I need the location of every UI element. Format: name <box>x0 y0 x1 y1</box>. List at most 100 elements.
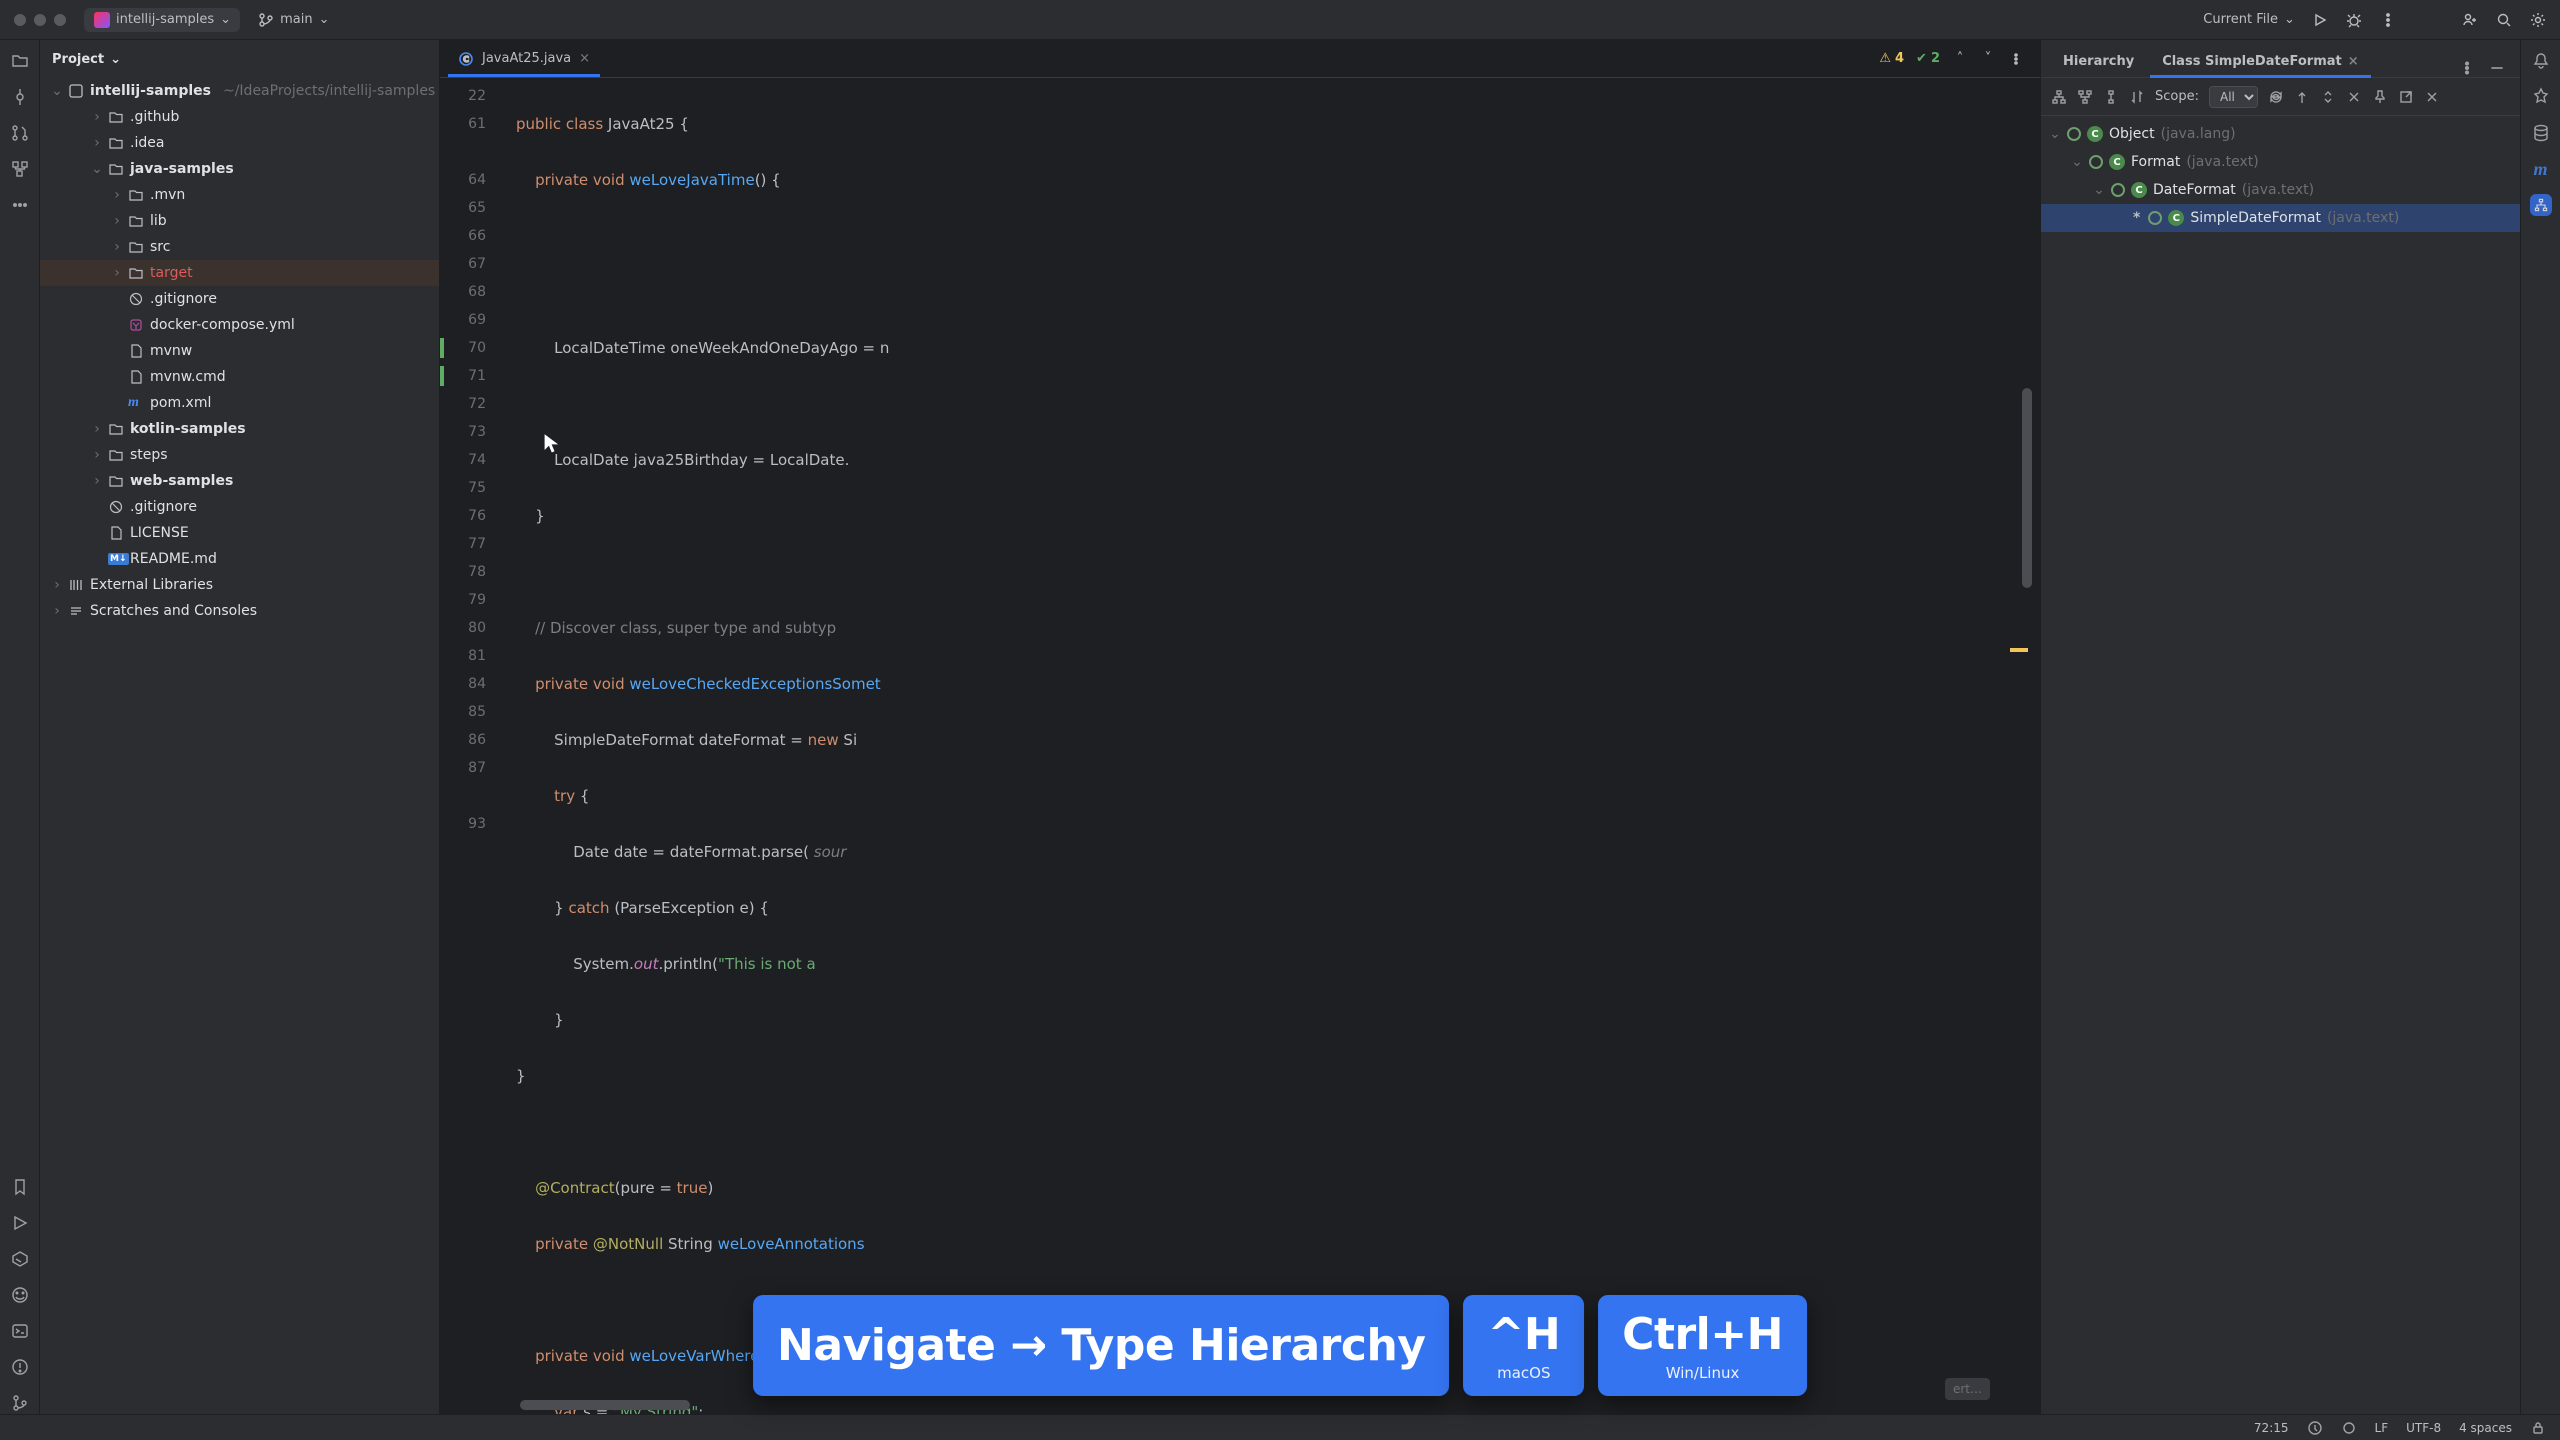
tree-row[interactable]: ›steps <box>40 442 439 468</box>
inspection-widget[interactable]: ⚠4 ✔2 ˄ ˅ <box>1879 51 2032 67</box>
close-icon[interactable]: × <box>2348 54 2359 69</box>
class-hierarchy-icon[interactable] <box>2051 89 2067 105</box>
editor-tab[interactable]: C JavaAt25.java × <box>448 40 600 77</box>
tree-row[interactable]: ›.mvn <box>40 182 439 208</box>
intellij-logo-icon <box>94 12 110 28</box>
more-tools-icon[interactable] <box>9 194 31 216</box>
project-tool-window: Project ⌄ ⌄ intellij-samples ~/IdeaProje… <box>40 40 440 1414</box>
tree-row[interactable]: M↓README.md <box>40 546 439 572</box>
tree-row[interactable]: mvnw.cmd <box>40 364 439 390</box>
project-header[interactable]: Project ⌄ <box>40 40 439 78</box>
tree-row[interactable]: ›.github <box>40 104 439 130</box>
database-icon[interactable] <box>2530 122 2552 144</box>
vertical-scrollbar-thumb[interactable] <box>2022 388 2032 588</box>
structure-tool-icon[interactable] <box>9 158 31 180</box>
run-config-selector[interactable]: Current File ⌄ <box>2203 12 2294 27</box>
project-tool-icon[interactable] <box>9 50 31 72</box>
autoscroll-icon[interactable] <box>2294 89 2310 105</box>
indent-info[interactable]: 4 spaces <box>2459 1421 2512 1435</box>
scope-select[interactable]: All <box>2209 86 2258 108</box>
more-icon[interactable] <box>2008 51 2024 67</box>
class-ring-icon <box>2089 155 2103 169</box>
supertypes-icon[interactable] <box>2077 89 2093 105</box>
vcs-tool-icon[interactable] <box>9 1392 31 1414</box>
maven-icon[interactable]: m <box>2530 158 2552 180</box>
more-icon[interactable] <box>2380 12 2396 28</box>
search-icon[interactable] <box>2496 12 2512 28</box>
chevron-up-icon[interactable]: ˄ <box>1952 51 1968 67</box>
hierarchy-tool-icon[interactable] <box>2530 194 2552 216</box>
tree-row[interactable]: .gitignore <box>40 286 439 312</box>
bookmarks-icon[interactable] <box>9 1176 31 1198</box>
tree-row[interactable]: .gitignore <box>40 494 439 520</box>
problems-smile-icon[interactable] <box>9 1284 31 1306</box>
hierarchy-tree[interactable]: ⌄Object (java.lang)⌄Format (java.text)⌄D… <box>2041 116 2520 1414</box>
subtypes-icon[interactable] <box>2103 89 2119 105</box>
hierarchy-tab[interactable]: Hierarchy <box>2051 46 2146 77</box>
highlighting-icon[interactable] <box>2341 1420 2357 1436</box>
tree-row[interactable]: ›src <box>40 234 439 260</box>
tree-row[interactable]: ›kotlin-samples <box>40 416 439 442</box>
tree-root[interactable]: ⌄ intellij-samples ~/IdeaProjects/intell… <box>40 78 439 104</box>
code-with-me-icon[interactable] <box>2462 12 2478 28</box>
right-tool-strip: m <box>2520 40 2560 1414</box>
vcs-branch[interactable]: main ⌄ <box>258 12 328 28</box>
settings-icon[interactable] <box>2530 12 2546 28</box>
tree-row[interactable]: LICENSE <box>40 520 439 546</box>
lock-icon[interactable] <box>2307 1420 2323 1436</box>
gutter[interactable]: 2261646566676869707172737475767778798081… <box>440 78 500 1414</box>
window-controls[interactable] <box>14 14 66 26</box>
tab-close-icon[interactable]: × <box>579 51 590 66</box>
editor-tab-bar: C JavaAt25.java × ⚠4 ✔2 ˄ ˅ <box>440 40 2040 78</box>
pull-requests-icon[interactable] <box>9 122 31 144</box>
tree-row[interactable]: docker-compose.yml <box>40 312 439 338</box>
tree-row[interactable]: ›.idea <box>40 130 439 156</box>
refresh-icon[interactable] <box>2268 89 2284 105</box>
class-badge-icon <box>2109 154 2125 170</box>
project-selector[interactable]: intellij-samples ⌄ <box>84 8 240 32</box>
hierarchy-row[interactable]: *SimpleDateFormat (java.text) <box>2041 204 2520 232</box>
tree-row[interactable]: ›target <box>40 260 439 286</box>
promo-shortcut-mac: ^H macOS <box>1463 1295 1584 1396</box>
tree-row[interactable]: mvnw <box>40 338 439 364</box>
run-icon[interactable] <box>2312 12 2328 28</box>
file-icon <box>128 343 146 359</box>
hierarchy-row[interactable]: ⌄DateFormat (java.text) <box>2041 176 2520 204</box>
chevron-down-icon[interactable]: ˅ <box>1980 51 1996 67</box>
expand-all-icon[interactable] <box>2320 89 2336 105</box>
hierarchy-row[interactable]: ⌄Format (java.text) <box>2041 148 2520 176</box>
problems-icon[interactable] <box>9 1356 31 1378</box>
project-tree[interactable]: ⌄ intellij-samples ~/IdeaProjects/intell… <box>40 78 439 1414</box>
tree-row[interactable]: ›web-samples <box>40 468 439 494</box>
file-encoding[interactable]: UTF-8 <box>2406 1421 2441 1435</box>
gitignore-icon <box>108 499 126 515</box>
debug-icon[interactable] <box>2346 12 2362 28</box>
open-new-window-icon[interactable] <box>2398 89 2414 105</box>
title-bar: intellij-samples ⌄ main ⌄ Current File ⌄ <box>0 0 2560 40</box>
line-separator[interactable]: LF <box>2375 1421 2389 1435</box>
more-icon[interactable] <box>2458 59 2476 77</box>
left-tool-strip <box>0 40 40 1414</box>
terminal-icon[interactable] <box>9 1320 31 1342</box>
tree-row[interactable]: ›lib <box>40 208 439 234</box>
external-libraries[interactable]: › External Libraries <box>40 572 439 598</box>
services-icon[interactable] <box>9 1248 31 1270</box>
hide-icon[interactable] <box>2424 89 2440 105</box>
hierarchy-class-tab[interactable]: Class SimpleDateFormat× <box>2150 46 2370 77</box>
ai-assistant-icon[interactable] <box>2530 86 2552 108</box>
pin-icon[interactable] <box>2372 89 2388 105</box>
code-area[interactable]: public class JavaAt25 { private void weL… <box>500 78 2040 1414</box>
notifications-icon[interactable] <box>2530 50 2552 72</box>
tree-row[interactable]: ⌄java-samples <box>40 156 439 182</box>
scratches-consoles[interactable]: › Scratches and Consoles <box>40 598 439 624</box>
commit-tool-icon[interactable] <box>9 86 31 108</box>
horizontal-scrollbar-thumb[interactable] <box>520 1400 690 1410</box>
tree-row[interactable]: mpom.xml <box>40 390 439 416</box>
readonly-lock-icon[interactable] <box>2530 1420 2546 1436</box>
close-tab-icon[interactable] <box>2346 89 2362 105</box>
run-tool-icon[interactable] <box>9 1212 31 1234</box>
minimize-icon[interactable] <box>2488 59 2506 77</box>
sort-icon[interactable] <box>2129 89 2145 105</box>
caret-position[interactable]: 72:15 <box>2254 1421 2289 1435</box>
hierarchy-row[interactable]: ⌄Object (java.lang) <box>2041 120 2520 148</box>
